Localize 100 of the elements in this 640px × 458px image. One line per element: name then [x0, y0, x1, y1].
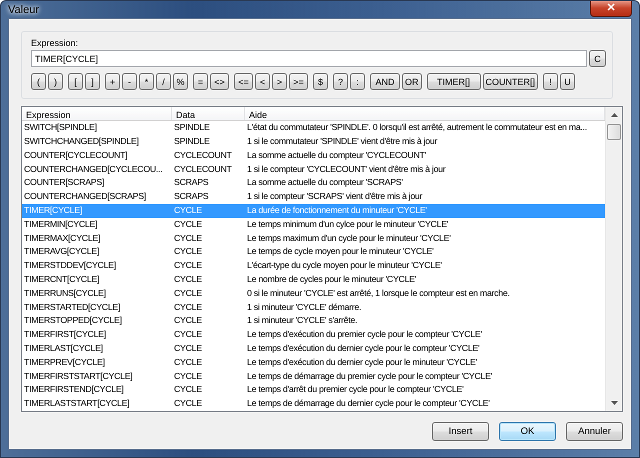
operator-button[interactable]: <>: [210, 73, 229, 90]
close-button[interactable]: ✕: [590, 1, 632, 16]
expression-cell-text: COUNTERCHANGED[SCRAPS]: [23, 190, 147, 204]
operator-button[interactable]: (: [31, 73, 46, 90]
operator-button[interactable]: !: [543, 73, 558, 90]
list-row[interactable]: TIMERLAST[CYCLE] CYCLE Le temps d'exécution du dernier cycle pour le compteur 'CYCLE': [22, 342, 605, 356]
help-cell-text: La somme actuelle du compteur 'CYCLECOUNT': [246, 148, 427, 162]
help-cell-text: Le temps d'exécution du dernier cycle pour le compteur 'CYCLE': [246, 342, 480, 356]
dialog-button[interactable]: Insert: [432, 422, 489, 441]
list-row[interactable]: TIMERAVG[CYCLE] CYCLE Le temps de cycle moyen pour le minuteur 'CYCLE': [22, 245, 605, 260]
expression-cell-text: TIMERFIRSTEND[CYCLE]: [23, 383, 125, 396]
operator-button[interactable]: +: [105, 73, 120, 90]
expression-cell-text: TIMERSTDDEV[CYCLE]: [23, 259, 117, 272]
list-row[interactable]: TIMERRUNS[CYCLE] CYCLE 0 si le minuteur 'CYCLE' est arrêté, 1 lorsque le compteur est en marche.: [22, 286, 605, 301]
list-row[interactable]: TIMERSTARTED[CYCLE] CYCLE 1 si minuteur 'CYCLE' démarre.: [22, 300, 605, 314]
operator-button[interactable]: >: [272, 73, 287, 90]
data-cell-text: CYCLE: [173, 204, 203, 218]
help-cell-text: Le temps de démarrage du premier cycle pour le compteur 'CYCLE': [246, 370, 494, 383]
expression-cell-text: SWITCH[SPINDLE]: [23, 121, 98, 134]
help-cell-text: Le temps maximum d'un cycle pour le minuteur 'CYCLE': [246, 232, 452, 245]
help-cell-text: 1 si le compteur 'CYCLECOUNT' vient d'être mis à jour: [246, 162, 446, 176]
operator-button[interactable]: TIMER[]: [426, 73, 480, 90]
help-cell-text: La somme actuelle du compteur 'SCRAPS': [246, 176, 404, 190]
list-row[interactable]: COUNTER[CYCLECOUNT] CYCLECOUNT La somme actuelle du compteur 'CYCLECOUNT': [22, 148, 605, 163]
operator-button[interactable]: ]: [85, 73, 100, 90]
data-cell-text: CYCLECOUNT: [173, 148, 233, 162]
column-header[interactable]: Expression: [22, 107, 172, 120]
data-cell-text: CYCLE: [173, 300, 203, 314]
operator-button[interactable]: :: [350, 73, 365, 90]
clear-button[interactable]: C: [589, 50, 606, 67]
help-cell-text: 1 si minuteur 'CYCLE' s'arrête.: [246, 314, 358, 328]
help-cell-text: 1 si le commutateur 'SPINDLE' vient d'être mis à jour: [246, 135, 438, 148]
help-cell-text: Le temps d'exécution du dernier cycle pour le minuteur 'CYCLE': [246, 356, 478, 369]
expression-cell-text: TIMERFIRSTSTART[CYCLE]: [23, 370, 134, 383]
list-row[interactable]: TIMERCNT[CYCLE] CYCLE Le nombre de cycles pour le minuteur 'CYCLE': [22, 273, 605, 287]
expression-cell-text: COUNTERCHANGED[CYCLECOU...: [23, 162, 164, 176]
data-cell-text: CYCLE: [173, 259, 203, 272]
data-cell-text: CYCLE: [173, 328, 203, 342]
data-cell-text: CYCLE: [173, 383, 203, 396]
operator-button[interactable]: [: [68, 73, 83, 90]
operator-button[interactable]: >=: [289, 73, 308, 90]
help-cell-text: Le temps de démarrage du dernier cycle pour le compteur 'CYCLE': [246, 397, 491, 410]
list-row[interactable]: COUNTERCHANGED[SCRAPS] SCRAPS 1 si le compteur 'SCRAPS' vient d'être mis à jour: [22, 190, 605, 204]
data-cell-text: CYCLE: [173, 245, 203, 258]
expression-cell-text: TIMERFIRST[CYCLE]: [23, 328, 107, 342]
operator-button[interactable]: ): [48, 73, 63, 90]
help-cell-text: Le nombre de cycles pour le minuteur 'CYCLE': [246, 273, 418, 286]
expression-label: Expression:: [31, 38, 80, 48]
expression-cell-text: TIMERPREV[CYCLE]: [23, 356, 106, 369]
operator-button[interactable]: ?: [333, 73, 348, 90]
data-cell-text: CYCLE: [173, 286, 203, 300]
column-header[interactable]: Data: [172, 107, 245, 120]
list-row[interactable]: TIMERMAX[CYCLE] CYCLE Le temps maximum d'un cycle pour le minuteur 'CYCLE': [22, 232, 605, 246]
expression-cell-text: TIMERRUNS[CYCLE]: [23, 286, 107, 300]
operator-button[interactable]: -: [122, 73, 137, 90]
up-arrow-icon[interactable]: [610, 113, 618, 117]
list-row[interactable]: SWITCH[SPINDLE] SPINDLE L'état du commutateur 'SPINDLE'. 0 lorsqu'il est arrêté, autrement le commutateur est en ma...: [22, 121, 605, 136]
list-row[interactable]: TIMERLASTSTART[CYCLE] CYCLE Le temps de démarrage du dernier cycle pour le compteur 'CYCLE': [22, 397, 605, 411]
list-row[interactable]: TIMERSTDDEV[CYCLE] CYCLE L'écart-type du cycle moyen pour le minuteur 'CYCLE': [22, 259, 605, 274]
help-cell-text: 1 si le compteur 'SCRAPS' vient d'être mis à jour: [246, 190, 424, 204]
scrollbar[interactable]: [605, 107, 622, 411]
list-row[interactable]: TIMERFIRSTSTART[CYCLE] CYCLE Le temps de démarrage du premier cycle pour le compteur 'CYCLE': [22, 370, 605, 384]
operator-button[interactable]: /: [156, 73, 171, 90]
list-row[interactable]: TIMERPREV[CYCLE] CYCLE Le temps d'exécution du dernier cycle pour le minuteur 'CYCLE': [22, 356, 605, 370]
operator-button[interactable]: <=: [234, 73, 253, 90]
list-row[interactable]: TIMERFIRST[CYCLE] CYCLE Le temps d'exécution du premier cycle pour le compteur 'CYCLE': [22, 328, 605, 342]
operator-button[interactable]: =: [193, 73, 208, 90]
list-row[interactable]: SWITCHCHANGED[SPINDLE] SPINDLE 1 si le commutateur 'SPINDLE' vient d'être mis à jour: [22, 135, 605, 149]
operator-button[interactable]: AND: [370, 73, 400, 90]
operator-button[interactable]: %: [173, 73, 188, 90]
operator-button[interactable]: COUNTER[]: [482, 73, 538, 90]
data-cell-text: CYCLE: [173, 370, 203, 383]
data-cell-text: CYCLE: [173, 314, 203, 328]
list-row[interactable]: COUNTERCHANGED[CYCLECOU... CYCLECOUNT 1 si le compteur 'CYCLECOUNT' vient d'être mis à jour: [22, 162, 605, 176]
data-cell-text: CYCLE: [173, 397, 203, 410]
help-cell-text: Le temps minimum d'un cylce pour le minuteur 'CYCLE': [246, 218, 450, 231]
list-row[interactable]: TIMERSTOPPED[CYCLE] CYCLE 1 si minuteur 'CYCLE' s'arrête.: [22, 314, 605, 328]
expression-field[interactable]: TIMER[CYCLE]: [31, 50, 587, 67]
data-cell-text: SPINDLE: [173, 135, 211, 148]
list-row[interactable]: COUNTER[SCRAPS] SCRAPS La somme actuelle du compteur 'SCRAPS': [22, 176, 605, 190]
expression-cell-text: SWITCHCHANGED[SPINDLE]: [23, 135, 140, 148]
list-row[interactable]: TIMERMIN[CYCLE] CYCLE Le temps minimum d'un cylce pour le minuteur 'CYCLE': [22, 218, 605, 232]
down-arrow-icon[interactable]: [610, 401, 618, 405]
operator-button[interactable]: $: [313, 73, 328, 90]
list-row[interactable]: TIMERFIRSTEND[CYCLE] CYCLE Le temps d'arrêt du premier cycle pour le compteur 'CYCLE': [22, 383, 605, 398]
scroll-thumb[interactable]: [607, 124, 621, 140]
operator-button[interactable]: U: [560, 73, 575, 90]
help-cell-text: La durée de fonctionnement du minuteur 'CYCLE': [246, 204, 428, 218]
data-cell-text: CYCLE: [173, 342, 203, 356]
help-cell-text: Le temps d'arrêt du premier cycle pour le compteur 'CYCLE': [246, 383, 464, 396]
expression-cell-text: TIMERAVG[CYCLE]: [23, 245, 100, 258]
expression-cell-text: TIMERSTARTED[CYCLE]: [23, 300, 122, 314]
operator-button[interactable]: *: [139, 73, 154, 90]
expression-cell-text: TIMER[CYCLE]: [23, 204, 83, 218]
expression-cell-text: TIMERSTOPPED[CYCLE]: [23, 314, 123, 328]
expression-cell-text: TIMERCNT[CYCLE]: [23, 273, 100, 286]
dialog-button[interactable]: OK: [499, 422, 556, 441]
operator-button[interactable]: <: [255, 73, 270, 90]
dialog-button[interactable]: Annuler: [566, 422, 623, 441]
operator-button[interactable]: OR: [402, 73, 422, 90]
